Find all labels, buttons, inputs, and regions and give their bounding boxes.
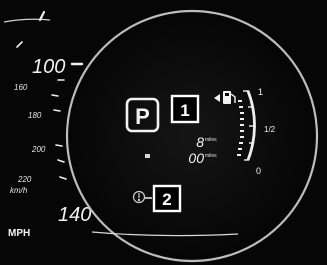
kmh-label-220: 220 xyxy=(17,175,32,184)
fuel-label-full: 1 xyxy=(258,87,263,97)
instrument-cluster: 100 1 2 0 140 160 180 200 220 km/h MPH P 1 xyxy=(0,0,327,265)
mph-unit-label: MPH xyxy=(8,228,30,239)
kmh-label-160: 160 xyxy=(14,83,28,92)
trip-value-1: 8 xyxy=(196,134,204,150)
speed-label-100: 100 xyxy=(32,56,65,78)
fuel-label-half: 1/2 xyxy=(264,125,276,134)
center-display-ring xyxy=(65,9,319,263)
small-indicator-icon xyxy=(145,154,150,158)
instrument-cluster-screenshot: 100 1 2 0 140 160 180 200 220 km/h MPH P 1 xyxy=(0,0,327,265)
trip-unit-2: miles xyxy=(205,153,217,159)
kmh-unit-label: km/h xyxy=(10,186,28,195)
callout-1-label: 1 xyxy=(180,101,189,120)
trip-value-2: 00 xyxy=(188,150,204,166)
speed-label-140: 140 xyxy=(58,204,91,226)
fuel-label-empty: 0 xyxy=(256,166,261,176)
gear-indicator: P xyxy=(135,104,150,129)
trip-unit-1: miles xyxy=(205,137,217,143)
callout-2-label: 2 xyxy=(162,190,171,209)
kmh-label-180: 180 xyxy=(28,111,42,120)
kmh-label-200: 200 xyxy=(31,145,46,154)
